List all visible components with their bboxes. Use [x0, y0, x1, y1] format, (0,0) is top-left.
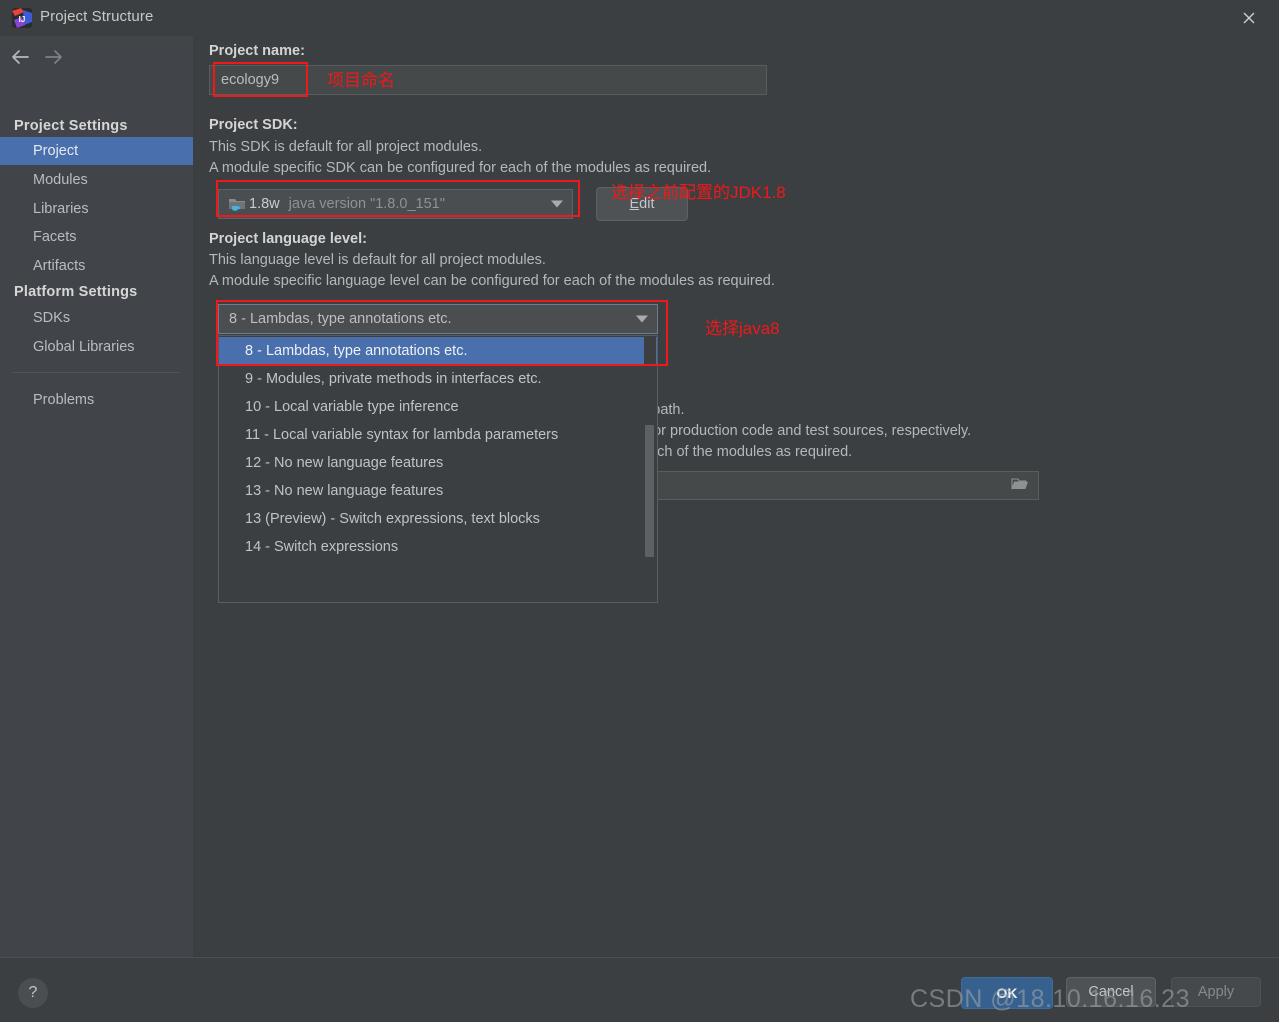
window-title: Project Structure	[40, 8, 154, 25]
sidebar-item-modules[interactable]: Modules	[0, 166, 193, 194]
project-sdk-selected-detail: java version "1.8.0_151"	[288, 196, 445, 212]
language-level-label: Project language level:	[209, 231, 367, 247]
main-panel: Project name: ecology9 Project SDK: This…	[193, 36, 1279, 957]
sidebar-item-global-libraries[interactable]: Global Libraries	[0, 333, 193, 361]
dropdown-option-11[interactable]: 11 - Local variable syntax for lambda pa…	[219, 421, 657, 449]
dropdown-option-8[interactable]: 8 - Lambdas, type annotations etc.	[219, 337, 657, 365]
dropdown-option-13[interactable]: 13 - No new language features	[219, 477, 657, 505]
compiler-output-desc-2: t for production code and test sources, …	[641, 423, 972, 439]
svg-text:IJ: IJ	[19, 15, 26, 24]
project-sdk-desc-1: This SDK is default for all project modu…	[209, 139, 483, 155]
dropdown-option-9[interactable]: 9 - Modules, private methods in interfac…	[219, 365, 657, 393]
project-sdk-selected: 1.8w	[249, 196, 280, 212]
sidebar-group-platform-settings: Platform Settings	[14, 284, 138, 300]
annotation-text-project-sdk: 选择之前配置的JDK1.8	[611, 183, 786, 202]
sidebar-item-problems[interactable]: Problems	[0, 386, 193, 414]
arrow-left-icon[interactable]	[8, 46, 34, 68]
arrow-right-icon[interactable]	[40, 46, 66, 68]
apply-button[interactable]: Apply	[1171, 977, 1261, 1007]
chevron-down-icon	[551, 200, 563, 208]
cancel-button[interactable]: Cancel	[1066, 977, 1156, 1007]
question-mark-icon[interactable]: ?	[18, 978, 48, 1008]
annotation-text-language-level: 选择java8	[705, 319, 780, 338]
sidebar-item-libraries[interactable]: Libraries	[0, 195, 193, 223]
project-sdk-combobox[interactable]: 1.8w java version "1.8.0_151"	[218, 189, 573, 219]
language-level-dropdown-popup[interactable]: 8 - Lambdas, type annotations etc. 9 - M…	[218, 335, 658, 603]
project-sdk-label: Project SDK:	[209, 117, 298, 133]
chevron-down-icon	[636, 315, 648, 323]
annotation-text-project-name: 项目命名	[327, 71, 395, 90]
sidebar-group-project-settings: Project Settings	[14, 118, 128, 134]
language-level-combobox[interactable]: 8 - Lambdas, type annotations etc.	[218, 304, 658, 334]
intellij-idea-icon: IJ	[12, 8, 32, 28]
dropdown-scrollbar-thumb[interactable]	[645, 425, 654, 557]
dropdown-option-12[interactable]: 12 - No new language features	[219, 449, 657, 477]
title-bar: IJ Project Structure	[0, 0, 1279, 36]
language-level-desc-2: A module specific language level can be …	[209, 273, 775, 289]
sidebar-item-sdks[interactable]: SDKs	[0, 304, 193, 332]
project-sdk-desc-2: A module specific SDK can be configured …	[209, 160, 712, 176]
sidebar-item-artifacts[interactable]: Artifacts	[0, 252, 193, 280]
dropdown-option-10[interactable]: 10 - Local variable type inference	[219, 393, 657, 421]
dropdown-option-13-preview[interactable]: 13 (Preview) - Switch expressions, text …	[219, 505, 657, 533]
compiler-output-input[interactable]	[648, 471, 1039, 500]
project-name-input[interactable]: ecology9	[209, 65, 767, 95]
sidebar: Project Settings Project Modules Librari…	[0, 36, 193, 957]
language-level-desc-1: This language level is default for all p…	[209, 252, 546, 268]
sidebar-divider	[12, 372, 180, 373]
dropdown-option-14[interactable]: 14 - Switch expressions	[219, 533, 657, 561]
sidebar-item-facets[interactable]: Facets	[0, 223, 193, 251]
jdk-folder-icon	[228, 196, 246, 212]
project-name-label: Project name:	[209, 43, 305, 59]
ok-button[interactable]: OK	[961, 977, 1053, 1009]
folder-browse-icon[interactable]	[1011, 477, 1029, 495]
language-level-selected: 8 - Lambdas, type annotations etc.	[229, 311, 452, 327]
project-name-value: ecology9	[221, 72, 280, 88]
dropdown-scrollbar-track[interactable]	[644, 337, 656, 601]
compiler-output-desc-3: each of the modules as required.	[641, 444, 853, 460]
close-icon[interactable]	[1227, 2, 1271, 34]
sidebar-item-project[interactable]: Project	[0, 137, 193, 165]
navigation-bar	[0, 36, 193, 76]
